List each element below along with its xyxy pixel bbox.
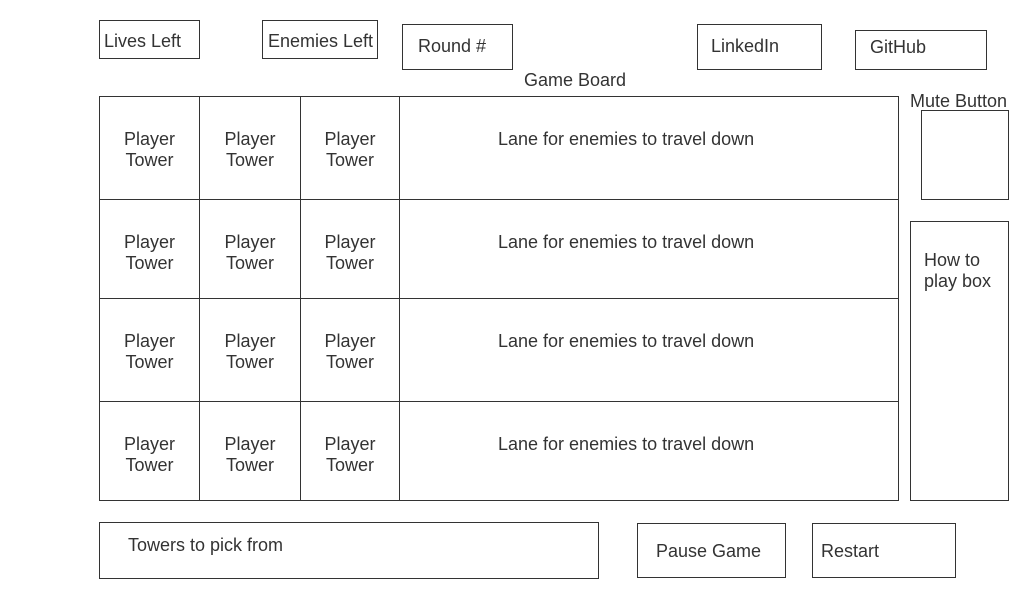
- restart-button[interactable]: Restart: [812, 523, 956, 578]
- pause-game-button[interactable]: Pause Game: [637, 523, 786, 578]
- enemy-lane-label: Lane for enemies to travel down: [498, 434, 755, 454]
- pause-game-label: Pause Game: [656, 541, 762, 561]
- player-tower-label: Player Tower: [123, 331, 176, 372]
- player-tower-slot[interactable]: Player Tower: [200, 402, 301, 501]
- player-tower-slot[interactable]: Player Tower: [100, 97, 200, 200]
- player-tower-slot[interactable]: Player Tower: [200, 200, 301, 299]
- player-tower-slot[interactable]: Player Tower: [100, 402, 200, 501]
- player-tower-label: Player Tower: [123, 232, 176, 273]
- how-to-play-label: How to play box: [924, 250, 992, 291]
- player-tower-label: Player Tower: [324, 129, 376, 170]
- enemy-lane: Lane for enemies to travel down: [400, 299, 899, 402]
- mute-button[interactable]: [921, 110, 1009, 200]
- player-tower-slot[interactable]: Player Tower: [301, 200, 400, 299]
- tower-picker-label: Towers to pick from: [128, 535, 284, 555]
- player-tower-slot[interactable]: Player Tower: [301, 299, 400, 402]
- how-to-play-box: How to play box: [910, 221, 1009, 501]
- lives-left-box: Lives Left: [99, 20, 200, 59]
- player-tower-label: Player Tower: [224, 129, 276, 170]
- tower-picker-panel[interactable]: Towers to pick from: [99, 522, 599, 579]
- player-tower-slot[interactable]: Player Tower: [100, 299, 200, 402]
- lives-left-label: Lives Left: [104, 31, 182, 51]
- player-tower-slot[interactable]: Player Tower: [100, 200, 200, 299]
- player-tower-label: Player Tower: [324, 331, 376, 372]
- player-tower-label: Player Tower: [224, 232, 276, 273]
- player-tower-slot[interactable]: Player Tower: [200, 299, 301, 402]
- enemy-lane-label: Lane for enemies to travel down: [498, 129, 755, 149]
- enemy-lane: Lane for enemies to travel down: [400, 402, 899, 501]
- enemy-lane-label: Lane for enemies to travel down: [498, 331, 755, 351]
- enemy-lane: Lane for enemies to travel down: [400, 200, 899, 299]
- round-number-box: Round #: [402, 24, 513, 70]
- restart-label: Restart: [821, 541, 880, 561]
- player-tower-label: Player Tower: [224, 434, 276, 475]
- linkedin-link[interactable]: LinkedIn: [697, 24, 822, 70]
- player-tower-slot[interactable]: Player Tower: [301, 97, 400, 200]
- player-tower-label: Player Tower: [123, 434, 176, 475]
- player-tower-label: Player Tower: [123, 129, 176, 170]
- round-number-label: Round #: [418, 36, 487, 56]
- player-tower-slot[interactable]: Player Tower: [200, 97, 301, 200]
- linkedin-label: LinkedIn: [711, 36, 780, 56]
- player-tower-label: Player Tower: [324, 232, 376, 273]
- github-link[interactable]: GitHub: [855, 30, 987, 70]
- github-label: GitHub: [870, 37, 927, 57]
- mute-button-label: Mute Button: [910, 91, 1008, 111]
- enemies-left-box: Enemies Left: [262, 20, 378, 59]
- player-tower-slot[interactable]: Player Tower: [301, 402, 400, 501]
- player-tower-label: Player Tower: [324, 434, 376, 475]
- enemy-lane-label: Lane for enemies to travel down: [498, 232, 755, 252]
- enemies-left-label: Enemies Left: [268, 31, 374, 51]
- enemy-lane: Lane for enemies to travel down: [400, 97, 899, 200]
- game-board-title: Game Board: [524, 70, 627, 90]
- game-board: Player Tower Player Tower Player Tower Lane…: [99, 96, 899, 501]
- player-tower-label: Player Tower: [224, 331, 276, 372]
